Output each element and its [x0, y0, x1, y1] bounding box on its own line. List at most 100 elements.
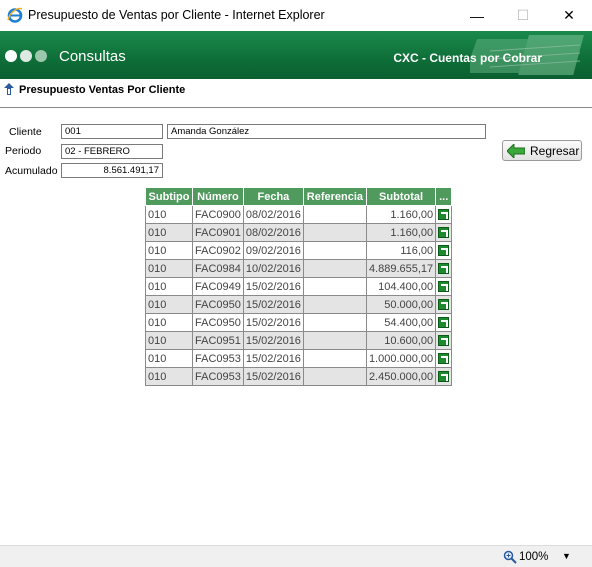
open-link-icon[interactable]: [438, 299, 450, 311]
cell-subtotal: 116,00: [365, 241, 437, 260]
periodo-label: Periodo: [5, 145, 42, 157]
open-link-icon[interactable]: [438, 245, 450, 257]
cell-numero: FAC0984: [192, 259, 244, 278]
zoom-dropdown-icon[interactable]: ▼: [562, 551, 571, 561]
cell-subtipo: 010: [145, 349, 193, 368]
cell-numero: FAC0950: [192, 313, 244, 332]
cell-subtotal: 2.450.000,00: [365, 367, 437, 386]
table-row[interactable]: 010 FAC0951 15/02/2016 10.600,00: [145, 331, 453, 350]
cell-fecha: 09/02/2016: [242, 241, 304, 260]
cell-subtipo: 010: [145, 259, 193, 278]
open-link-icon[interactable]: [438, 281, 450, 293]
table-row[interactable]: 010 FAC0901 08/02/2016 1.160,00: [145, 223, 453, 242]
banner-dot-icon: [5, 50, 17, 62]
cell-subtotal: 4.889.655,17: [365, 259, 437, 278]
open-link-icon[interactable]: [438, 209, 450, 221]
open-link-icon[interactable]: [438, 353, 450, 365]
invoices-table: Subtipo Número Fecha Referencia Subtotal…: [145, 187, 453, 386]
app-banner: Consultas CXC - Cuentas por Cobrar: [0, 31, 592, 79]
cell-fecha: 15/02/2016: [242, 331, 304, 350]
cell-referencia: [302, 295, 367, 314]
acumulado-label: Acumulado: [5, 165, 58, 177]
cell-subtipo: 010: [145, 241, 193, 260]
cell-numero: FAC0953: [192, 367, 244, 386]
cell-numero: FAC0901: [192, 223, 244, 242]
open-link-icon[interactable]: [438, 371, 450, 383]
col-header-subtotal[interactable]: Subtotal: [365, 187, 437, 206]
acumulado-field[interactable]: 8.561.491,17: [61, 163, 163, 178]
cell-subtotal: 1.160,00: [365, 205, 437, 224]
back-arrow-icon: [507, 143, 525, 158]
maximize-button[interactable]: ☐: [500, 0, 546, 31]
page-title: Presupuesto Ventas Por Cliente: [19, 84, 186, 96]
cliente-code-field[interactable]: 001: [61, 124, 163, 139]
col-header-subtipo[interactable]: Subtipo: [145, 187, 193, 206]
info-icon: [4, 83, 14, 95]
table-row[interactable]: 010 FAC0984 10/02/2016 4.889.655,17: [145, 259, 453, 278]
cell-fecha: 08/02/2016: [242, 223, 304, 242]
cell-numero: FAC0951: [192, 331, 244, 350]
cell-subtotal: 50.000,00: [365, 295, 437, 314]
cell-subtipo: 010: [145, 223, 193, 242]
table-row[interactable]: 010 FAC0950 15/02/2016 50.000,00: [145, 295, 453, 314]
table-row[interactable]: 010 FAC0953 15/02/2016 2.450.000,00: [145, 367, 453, 386]
cell-fecha: 08/02/2016: [242, 205, 304, 224]
zoom-level[interactable]: 100%: [519, 551, 548, 563]
cell-subtotal: 1.000.000,00: [365, 349, 437, 368]
banner-dots: [5, 50, 47, 62]
col-header-referencia[interactable]: Referencia: [302, 187, 367, 206]
table-row[interactable]: 010 FAC0949 15/02/2016 104.400,00: [145, 277, 453, 296]
cell-referencia: [302, 367, 367, 386]
cell-action: [435, 367, 453, 386]
col-header-actions: ...: [435, 187, 453, 206]
banner-dot-icon: [20, 50, 32, 62]
cell-action: [435, 259, 453, 278]
cell-numero: FAC0902: [192, 241, 244, 260]
regresar-button[interactable]: Regresar: [502, 140, 582, 161]
cell-fecha: 15/02/2016: [242, 367, 304, 386]
header-divider: [0, 107, 592, 108]
cell-subtipo: 010: [145, 277, 193, 296]
cell-action: [435, 277, 453, 296]
open-link-icon[interactable]: [438, 263, 450, 275]
cell-subtipo: 010: [145, 205, 193, 224]
cell-action: [435, 295, 453, 314]
col-header-fecha[interactable]: Fecha: [242, 187, 304, 206]
cell-action: [435, 223, 453, 242]
cliente-name-field[interactable]: Amanda González: [167, 124, 486, 139]
cell-action: [435, 313, 453, 332]
cell-subtotal: 104.400,00: [365, 277, 437, 296]
table-row[interactable]: 010 FAC0950 15/02/2016 54.400,00: [145, 313, 453, 332]
table-row[interactable]: 010 FAC0953 15/02/2016 1.000.000,00: [145, 349, 453, 368]
cell-referencia: [302, 277, 367, 296]
cell-fecha: 10/02/2016: [242, 259, 304, 278]
periodo-field[interactable]: 02 - FEBRERO: [61, 144, 163, 159]
cell-subtipo: 010: [145, 367, 193, 386]
internet-explorer-icon: [7, 7, 23, 23]
cell-subtotal: 10.600,00: [365, 331, 437, 350]
cell-referencia: [302, 259, 367, 278]
open-link-icon[interactable]: [438, 227, 450, 239]
cell-subtipo: 010: [145, 331, 193, 350]
cell-referencia: [302, 223, 367, 242]
open-link-icon[interactable]: [438, 335, 450, 347]
cell-action: [435, 349, 453, 368]
close-button[interactable]: ✕: [546, 0, 592, 31]
cell-numero: FAC0950: [192, 295, 244, 314]
cell-referencia: [302, 313, 367, 332]
module-name: CXC - Cuentas por Cobrar: [393, 51, 542, 65]
table-row[interactable]: 010 FAC0900 08/02/2016 1.160,00: [145, 205, 453, 224]
cell-subtipo: 010: [145, 295, 193, 314]
cell-subtotal: 54.400,00: [365, 313, 437, 332]
open-link-icon[interactable]: [438, 317, 450, 329]
minimize-button[interactable]: —: [454, 0, 500, 31]
banner-dot-icon: [35, 50, 47, 62]
regresar-label: Regresar: [530, 143, 580, 158]
cell-action: [435, 205, 453, 224]
cell-fecha: 15/02/2016: [242, 295, 304, 314]
col-header-numero[interactable]: Número: [192, 187, 244, 206]
table-row[interactable]: 010 FAC0902 09/02/2016 116,00: [145, 241, 453, 260]
zoom-magnifier-icon[interactable]: [503, 550, 517, 564]
cell-subtipo: 010: [145, 313, 193, 332]
cell-numero: FAC0953: [192, 349, 244, 368]
